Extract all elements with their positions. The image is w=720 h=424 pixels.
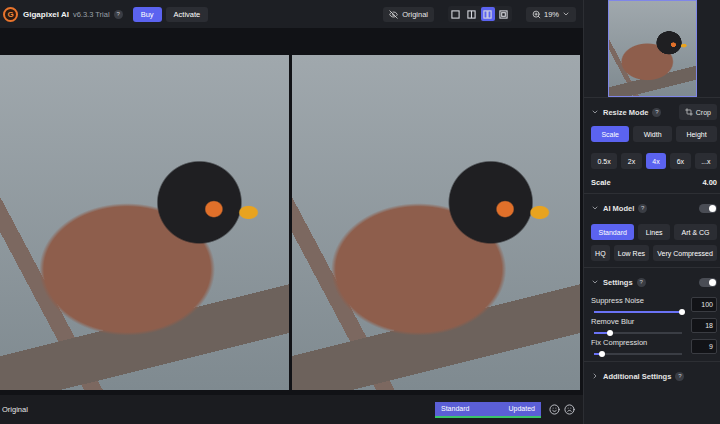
main-area: G Gigapixel AI v6.3.3 Trial? Buy Activate Ori… [0, 0, 583, 424]
model-status: Standard Updated [435, 402, 541, 418]
navigator-thumbnail[interactable] [608, 0, 697, 97]
slider-label: Suppress Noise [591, 296, 685, 305]
slider-value-input[interactable]: 18 [691, 318, 717, 333]
smile-icon[interactable] [549, 404, 560, 415]
side-view-icon [483, 10, 492, 19]
version-label: v6.3.3 Trial [73, 10, 110, 19]
single-view-icon [451, 10, 460, 19]
model-button[interactable]: Standard [591, 224, 634, 240]
feedback-group [549, 404, 575, 415]
model-button[interactable]: Art & CG [674, 224, 717, 240]
section-title: Additional Settings [603, 372, 671, 381]
slider[interactable] [594, 311, 682, 313]
scale-value[interactable]: 4.00 [702, 178, 717, 187]
slider[interactable] [594, 353, 682, 355]
model-button[interactable]: HQ [591, 245, 610, 261]
processed-image[interactable] [292, 55, 581, 390]
section-header[interactable]: Resize Mode? Crop [591, 104, 717, 120]
frown-icon[interactable] [564, 404, 575, 415]
slider[interactable] [594, 332, 682, 334]
zoom-icon [532, 10, 541, 19]
section-header[interactable]: Additional Settings? [591, 368, 717, 384]
slider-row: Remove Blur 18 [591, 317, 717, 334]
help-button[interactable]: ? [637, 278, 646, 287]
model-button[interactable]: Very Compressed [653, 245, 717, 261]
crop-icon [685, 108, 693, 116]
grid-view-icon [499, 10, 508, 19]
resize-section: Resize Mode?CropScaleWidthHeight0.5x2x4x… [584, 97, 720, 193]
eye-off-icon [389, 10, 398, 19]
scale-factor-button[interactable]: 0.5x [591, 153, 617, 169]
logo: G [3, 7, 18, 22]
progress-track [435, 416, 541, 418]
view-mode-group [448, 6, 512, 22]
model-name: Standard [441, 405, 469, 412]
additional-settings-section: Additional Settings? [584, 361, 720, 388]
scale-factor-button[interactable]: 4x [646, 153, 666, 169]
ai-model-toggle[interactable] [699, 204, 717, 213]
help-button[interactable]: ? [638, 204, 647, 213]
resize-mode-tab[interactable]: Width [633, 126, 672, 142]
settings-section: Settings? Suppress Noise 100 Remove Blur 18 F… [584, 267, 720, 361]
view-mode-button[interactable] [481, 7, 495, 21]
settings-toggle[interactable] [699, 278, 717, 287]
slider-thumb[interactable] [599, 351, 605, 357]
section-title: Resize Mode [603, 108, 648, 117]
view-mode-button[interactable] [449, 7, 463, 21]
view-mode-button[interactable] [465, 7, 479, 21]
help-button[interactable]: ? [114, 10, 123, 19]
chevron-down-icon[interactable] [591, 204, 599, 212]
section-header[interactable]: Settings? [591, 274, 717, 290]
chevron-down-icon[interactable] [591, 108, 599, 116]
pane-label: Original [2, 405, 28, 414]
zoom-button[interactable]: 19% [526, 7, 576, 22]
view-mode-button[interactable] [497, 7, 511, 21]
ai-model-section: AI Model? StandardLinesArt & CG HQLow ResV… [584, 193, 720, 267]
original-image[interactable] [0, 55, 289, 390]
slider-row: Fix Compression 9 [591, 338, 717, 355]
slider-thumb[interactable] [607, 330, 613, 336]
slider-value-input[interactable]: 9 [691, 339, 717, 354]
toolbar: G Gigapixel AI v6.3.3 Trial? Buy Activate Ori… [0, 0, 583, 28]
help-button[interactable]: ? [652, 108, 661, 117]
original-toggle-button[interactable]: Original [383, 7, 434, 22]
slider-thumb[interactable] [679, 309, 685, 315]
slider-row: Suppress Noise 100 [591, 296, 717, 313]
scale-factor-button[interactable]: 2x [621, 153, 641, 169]
chevron-right-icon[interactable] [591, 372, 599, 380]
resize-mode-tab[interactable]: Scale [591, 126, 629, 142]
chevron-down-icon[interactable] [591, 278, 599, 286]
help-button[interactable]: ? [675, 372, 684, 381]
slider-label: Fix Compression [591, 338, 685, 347]
scale-factor-button[interactable]: ...x [695, 153, 717, 169]
chevron-down-icon [562, 10, 570, 18]
status-bar: Original Standard Updated [0, 395, 583, 424]
buy-button[interactable]: Buy [133, 7, 162, 22]
preview-canvas [0, 28, 583, 395]
settings-panel: Resize Mode?CropScaleWidthHeight0.5x2x4x… [583, 0, 720, 424]
slider-label: Remove Blur [591, 317, 685, 326]
scale-row: Scale 4.00 [591, 177, 717, 187]
progress-fill [435, 416, 541, 418]
model-button[interactable]: Lines [638, 224, 670, 240]
section-title: AI Model [603, 204, 634, 213]
resize-mode-tab[interactable]: Height [676, 126, 717, 142]
section-header[interactable]: AI Model? [591, 200, 717, 216]
section-title: Settings [603, 278, 633, 287]
split-view-icon [467, 10, 476, 19]
app-window: G Gigapixel AI v6.3.3 Trial? Buy Activate Ori… [0, 0, 720, 424]
crop-button[interactable]: Crop [679, 104, 717, 120]
slider-value-input[interactable]: 100 [691, 297, 717, 312]
status-text: Updated [509, 405, 535, 412]
activate-button[interactable]: Activate [166, 7, 209, 22]
app-name: Gigapixel AI [23, 10, 69, 19]
scale-factor-button[interactable]: 6x [670, 153, 690, 169]
scale-label: Scale [591, 178, 611, 187]
model-button[interactable]: Low Res [614, 245, 649, 261]
